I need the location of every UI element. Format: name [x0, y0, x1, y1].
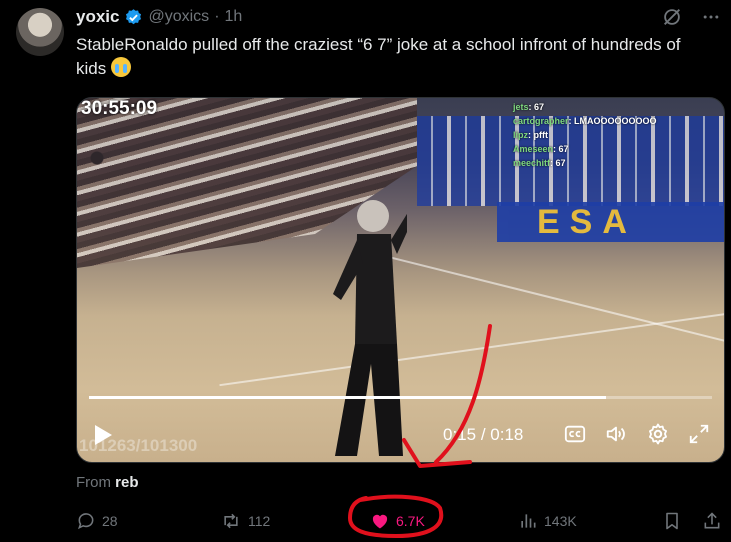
action-bar: 28 112 6.7K 143K: [76, 510, 726, 534]
loudly-crying-face-icon: [110, 57, 131, 77]
verified-badge-icon: [126, 8, 142, 24]
separator-dot: ·: [214, 8, 220, 25]
post-time[interactable]: 1h: [225, 8, 243, 26]
video-progress-bar[interactable]: [89, 396, 712, 399]
heart-icon: [372, 514, 388, 529]
captions-icon[interactable]: [564, 423, 586, 445]
video-current-time: 0:15: [443, 425, 477, 444]
chat-message: lipz: pfft: [513, 130, 548, 140]
source-name[interactable]: reb: [115, 474, 138, 491]
chat-message: Ameseen: 67: [513, 144, 569, 154]
repost-button[interactable]: 112: [220, 510, 270, 532]
volume-icon[interactable]: [604, 423, 628, 445]
court-line: [382, 254, 724, 344]
tweet-text: StableRonaldo pulled off the craziest “6…: [76, 33, 696, 81]
bookmark-icon: [666, 512, 678, 530]
gym-wall-text: ESA: [497, 202, 724, 242]
author-handle[interactable]: @yoxics: [148, 8, 209, 26]
views-button[interactable]: 143K: [518, 510, 577, 532]
reply-icon: [77, 513, 94, 530]
reply-button[interactable]: 28: [76, 510, 118, 532]
video-control-icons: [564, 422, 710, 446]
stream-chat-overlay: jets: 67 cartographer: LMAOOOOOOOOO lipz…: [513, 100, 657, 170]
reply-count: 28: [102, 513, 118, 529]
like-button[interactable]: 6.7K: [370, 510, 425, 532]
more-options-icon[interactable]: [701, 7, 721, 27]
video-player[interactable]: ESA 30:55:09 jets: 67 cartographer: LMAO…: [76, 97, 725, 463]
tweet-header: yoxic @yoxics · 1h: [76, 6, 242, 28]
view-count: 143K: [544, 513, 577, 529]
chat-message: cartographer: LMAOOOOOOOOO: [513, 116, 657, 126]
share-icon: [704, 512, 720, 529]
play-icon[interactable]: [93, 424, 113, 446]
repost-count: 112: [248, 513, 271, 529]
chat-message: jets: 67: [513, 102, 545, 112]
video-progress-fill: [89, 396, 607, 399]
source-attribution: From reb: [76, 474, 139, 491]
author-name[interactable]: yoxic: [76, 7, 119, 27]
chat-message: meechitf: 67: [513, 158, 566, 168]
stream-timestamp: 30:55:09: [81, 98, 158, 119]
video-time: 0:15 / 0:18: [443, 425, 523, 445]
video-time-separator: /: [480, 425, 486, 444]
fullscreen-icon[interactable]: [688, 423, 710, 445]
bar-chart-icon: [521, 514, 536, 528]
tweet-body: StableRonaldo pulled off the craziest “6…: [76, 35, 681, 78]
share-button[interactable]: [702, 510, 722, 532]
video-controls: 0:15 / 0:18: [77, 416, 724, 456]
like-count: 6.7K: [396, 513, 425, 529]
video-duration: 0:18: [490, 425, 524, 444]
repost-icon: [224, 513, 238, 529]
source-prefix: From: [76, 474, 111, 491]
header-icons: [661, 6, 721, 28]
settings-icon[interactable]: [646, 422, 670, 446]
avatar[interactable]: [16, 8, 64, 56]
bookmark-button[interactable]: [662, 510, 682, 532]
grok-icon[interactable]: [661, 6, 683, 28]
